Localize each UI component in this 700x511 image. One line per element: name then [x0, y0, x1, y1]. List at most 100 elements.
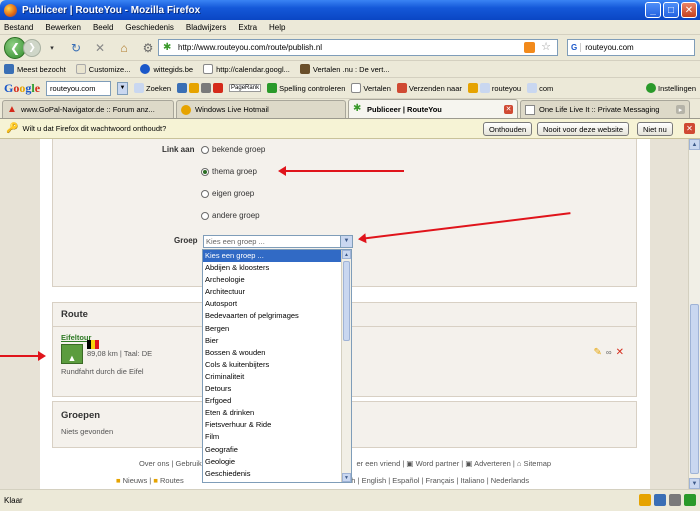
star-icon[interactable]: ☆	[541, 40, 551, 53]
dropdown-scrollbar[interactable]: ▲ ▼	[341, 250, 351, 482]
never-for-site-button[interactable]: Nooit voor deze website	[537, 122, 630, 136]
menu-bewerken[interactable]: Bewerken	[45, 23, 81, 32]
download-icon[interactable]	[669, 494, 681, 506]
stop-icon[interactable]: ✕	[92, 40, 108, 56]
chevron-down-icon[interactable]: ▼	[340, 236, 352, 247]
addon-icon[interactable]	[639, 494, 651, 506]
footer-link-adverteren[interactable]: Adverteren	[474, 459, 511, 468]
footer-link-over-ons[interactable]: Over ons	[139, 459, 169, 468]
dropdown-option[interactable]: Geologie	[203, 456, 341, 468]
footer-lang-francais[interactable]: Français	[426, 476, 455, 485]
menu-extra[interactable]: Extra	[238, 23, 257, 32]
footer-link-vriend[interactable]: er een vriend	[356, 459, 400, 468]
radio-eigen-groep[interactable]: eigen groep	[201, 189, 254, 198]
radio-button[interactable]	[201, 211, 209, 220]
dropdown-option[interactable]: Criminaliteit	[203, 371, 341, 383]
dropdown-option[interactable]: Archeologie	[203, 274, 341, 286]
bookmark-vertalen[interactable]: Vertalen .nu : De vert...	[299, 64, 390, 74]
menu-beeld[interactable]: Beeld	[93, 23, 113, 32]
dropdown-option[interactable]: Architectuur	[203, 286, 341, 298]
tab-scroll-icon[interactable]: ▸	[676, 105, 685, 114]
toolbar-icons[interactable]	[177, 83, 224, 93]
bookmark-calendar[interactable]: http://calendar.googl...	[203, 64, 290, 74]
not-now-button[interactable]: Niet nu	[637, 122, 673, 136]
close-notification-icon[interactable]: ✕	[684, 123, 695, 134]
radio-andere-groep[interactable]: andere groep	[201, 211, 260, 220]
scroll-down-icon[interactable]: ▼	[342, 473, 351, 482]
footer-lang-english[interactable]: English	[362, 476, 387, 485]
dropdown-option[interactable]: Bergen	[203, 323, 341, 335]
link-icon[interactable]: ∞	[606, 348, 612, 357]
search-engine-icon[interactable]: G	[568, 43, 582, 52]
tab-hotmail[interactable]: Windows Live Hotmail	[176, 100, 346, 118]
dropdown-option[interactable]: Abdijen & kloosters	[203, 262, 341, 274]
scroll-up-icon[interactable]: ▲	[689, 139, 700, 150]
maximize-button[interactable]: □	[663, 2, 679, 18]
scroll-thumb[interactable]	[343, 261, 350, 341]
delete-icon[interactable]: ✕	[616, 347, 624, 358]
tab-onelife[interactable]: One Life Live It :: Private Messaging ▸	[520, 100, 690, 118]
route-thumbnail-icon[interactable]: ▲	[61, 344, 83, 364]
pencil-icon[interactable]: ✎	[594, 347, 602, 358]
scroll-down-icon[interactable]: ▼	[689, 478, 700, 489]
bookmark-customize[interactable]: Customize...	[75, 64, 130, 74]
menu-help[interactable]: Help	[269, 23, 285, 32]
menu-bladwijzers[interactable]: Bladwijzers	[186, 23, 226, 32]
google-search-button[interactable]: Zoeken	[134, 83, 171, 93]
group-select[interactable]: Kies een groep ... ▼	[203, 235, 353, 248]
close-button[interactable]: ✕	[681, 2, 697, 18]
footer-lang-nederlands[interactable]: Nederlands	[491, 476, 529, 485]
dropdown-option[interactable]: Detours	[203, 383, 341, 395]
dropdown-option[interactable]: Fietsverhuur & Ride	[203, 419, 341, 431]
chevron-down-icon[interactable]: ▼	[117, 81, 129, 95]
dropdown-option[interactable]: Kies een groep ...	[203, 250, 341, 263]
page-scrollbar[interactable]: ▲ ▼	[688, 139, 700, 489]
dropdown-option[interactable]: Bossen & wouden	[203, 347, 341, 359]
radio-thema-groep[interactable]: thema groep	[201, 167, 257, 176]
bookmark-meest-bezocht[interactable]: Meest bezocht	[4, 64, 66, 74]
dropdown-option[interactable]: Cols & kuitenbijters	[203, 359, 341, 371]
security-icon[interactable]	[684, 494, 696, 506]
footer-lang-italiano[interactable]: Italiano	[460, 476, 484, 485]
footer-lang-espanol[interactable]: Español	[392, 476, 419, 485]
radio-button[interactable]	[201, 145, 209, 154]
scroll-thumb[interactable]	[690, 304, 699, 474]
route-name[interactable]: Eifeltour	[61, 333, 152, 342]
dropdown-option[interactable]: Autosport	[203, 298, 341, 310]
highlight-com[interactable]: com	[527, 83, 553, 93]
dropdown-arrow-icon[interactable]: ▾	[44, 40, 60, 56]
footer-link-sitemap[interactable]: Sitemap	[524, 459, 552, 468]
home-icon[interactable]: ⌂	[116, 40, 132, 56]
dropdown-option[interactable]: Erfgoed	[203, 395, 341, 407]
pagerank-icon[interactable]	[654, 494, 666, 506]
footer-link-nieuws[interactable]: Nieuws	[123, 476, 148, 485]
bookmark-wittegids[interactable]: wittegids.be	[140, 64, 193, 74]
dropdown-option[interactable]: Eten & drinken	[203, 407, 341, 419]
dropdown-option[interactable]: Film	[203, 431, 341, 443]
footer-link-routes[interactable]: Routes	[160, 476, 184, 485]
tab-gopal[interactable]: ▲ www.GoPal-Navigator.de :: Forum anz...	[2, 100, 174, 118]
menu-geschiedenis[interactable]: Geschiedenis	[125, 23, 173, 32]
radio-bekende-groep[interactable]: bekende groep	[201, 145, 265, 154]
translate-button[interactable]: Vertalen	[351, 83, 391, 93]
dropdown-option[interactable]: Geografie	[203, 444, 341, 456]
reload-icon[interactable]: ↻	[68, 40, 84, 56]
remember-password-button[interactable]: Onthouden	[483, 122, 533, 136]
radio-button[interactable]	[201, 189, 209, 198]
radio-button-selected[interactable]	[201, 167, 209, 176]
tab-publiceer[interactable]: ✱ Publiceer | RouteYou ✕	[348, 99, 518, 118]
dropdown-option[interactable]: Geschiedenis	[203, 468, 341, 480]
send-to-button[interactable]: Verzenden naar	[396, 83, 462, 93]
settings-button[interactable]: Instellingen	[646, 83, 700, 93]
dropdown-option[interactable]: Bedevaarten of pelgrimages	[203, 310, 341, 322]
google-search-input[interactable]: routeyou.com	[46, 80, 112, 96]
pagerank-indicator[interactable]: PageRank	[229, 84, 262, 92]
minimize-button[interactable]: _	[645, 2, 661, 18]
forward-arrow-icon[interactable]: ❯	[23, 38, 41, 57]
menu-bestand[interactable]: Bestand	[4, 23, 33, 32]
spelling-button[interactable]: Spelling controleren	[267, 83, 345, 93]
footer-link-partner[interactable]: Word partner	[416, 459, 460, 468]
close-tab-icon[interactable]: ✕	[504, 104, 513, 114]
rss-feed-icon[interactable]	[524, 42, 535, 53]
dropdown-option[interactable]: Bier	[203, 335, 341, 347]
